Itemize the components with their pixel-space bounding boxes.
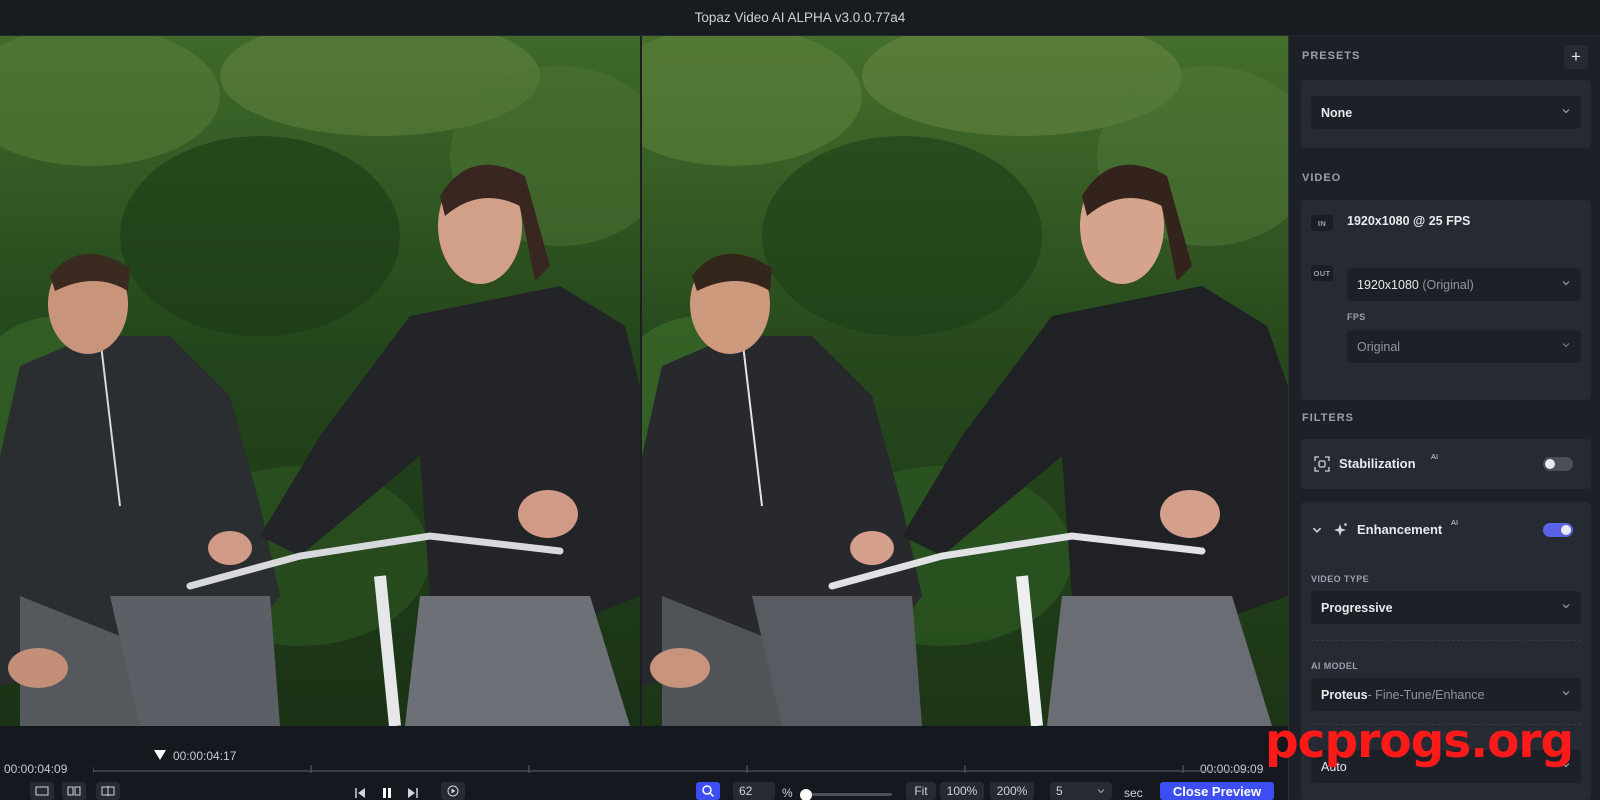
enhancement-label: Enhancement: [1357, 522, 1443, 537]
chevron-down-icon: [1562, 109, 1570, 114]
watermark-text: pcprogs.org: [1265, 714, 1574, 769]
filters-section-title: FILTERS: [1302, 412, 1355, 424]
app-window: Topaz Video AI ALPHA v3.0.0.77a4 PRESETS…: [0, 0, 1600, 800]
loop-button[interactable]: [441, 782, 465, 800]
split-view-icon: [101, 786, 115, 796]
input-spec: 1920x1080 @ 25 FPS: [1347, 214, 1471, 228]
enhancement-ai-badge: AI: [1451, 518, 1459, 527]
ai-model-name: Proteus: [1321, 687, 1368, 702]
preview-area[interactable]: [0, 36, 1288, 726]
title-bar: Topaz Video AI ALPHA v3.0.0.77a4: [0, 0, 1600, 36]
enhancement-toggle[interactable]: [1543, 523, 1573, 537]
preset-select[interactable]: None: [1311, 96, 1581, 129]
chevron-down-icon: [1097, 789, 1105, 794]
chevron-down-icon[interactable]: [1311, 524, 1323, 536]
settings-panel: PRESETS + None VIDEO IN 1920x1080 @ 25 F…: [1288, 36, 1600, 800]
ai-model-select[interactable]: Proteus - Fine-Tune/Enhance: [1311, 678, 1581, 711]
playhead-marker[interactable]: [153, 749, 167, 761]
chevron-down-icon: [1562, 604, 1570, 609]
video-card: IN 1920x1080 @ 25 FPS OUT 1920x1080 (Ori…: [1301, 200, 1591, 400]
fps-label: FPS: [1347, 312, 1366, 322]
output-resolution-value: 1920x1080: [1357, 277, 1419, 292]
output-resolution-select[interactable]: 1920x1080 (Original): [1347, 268, 1581, 301]
chevron-down-icon: [1562, 691, 1570, 696]
zoom-icon: [702, 785, 715, 798]
enhanced-preview-pane[interactable]: [642, 36, 1288, 726]
zoom-200-button[interactable]: 200%: [990, 782, 1034, 800]
video-type-select[interactable]: Progressive: [1311, 591, 1581, 624]
start-timecode: 00:00:04:09: [4, 762, 68, 776]
zoom-slider-handle[interactable]: [800, 789, 812, 800]
zoom-unit: %: [782, 786, 793, 800]
presets-card: None: [1301, 80, 1591, 148]
stabilization-icon: [1314, 456, 1330, 472]
add-preset-button[interactable]: +: [1564, 45, 1588, 69]
zoom-input[interactable]: 62: [733, 782, 775, 800]
stabilization-ai-badge: AI: [1431, 452, 1439, 461]
chevron-down-icon: [1562, 281, 1570, 286]
output-tag: OUT: [1311, 265, 1333, 281]
preset-selected-value: None: [1321, 105, 1353, 120]
fit-button[interactable]: Fit: [906, 782, 936, 800]
single-view-button[interactable]: [30, 782, 54, 800]
video-type-value: Progressive: [1321, 600, 1393, 615]
stabilization-label: Stabilization: [1339, 456, 1416, 471]
stabilization-filter-card[interactable]: Stabilization AI: [1301, 439, 1591, 489]
split-view-button[interactable]: [96, 782, 120, 800]
video-type-label: VIDEO TYPE: [1311, 574, 1370, 584]
ai-model-label: AI MODEL: [1311, 661, 1359, 671]
fps-value: Original: [1357, 339, 1401, 354]
next-frame-icon[interactable]: [406, 786, 420, 800]
output-resolution-note: (Original): [1422, 277, 1474, 292]
stabilization-toggle[interactable]: [1543, 457, 1573, 471]
playhead-timecode: 00:00:04:17: [173, 749, 237, 763]
zoom-slider[interactable]: [800, 789, 892, 800]
duration-unit: sec: [1124, 786, 1143, 800]
loop-icon: [447, 785, 459, 797]
window-title: Topaz Video AI ALPHA v3.0.0.77a4: [694, 10, 906, 25]
input-tag: IN: [1311, 215, 1333, 231]
presets-section-title: PRESETS: [1302, 50, 1361, 62]
timeline-scrubber[interactable]: [93, 765, 1253, 775]
video-frame-original: [0, 36, 640, 726]
preview-duration-value: 5: [1056, 784, 1063, 798]
side-by-side-button[interactable]: [62, 782, 86, 800]
video-section-title: VIDEO: [1302, 172, 1342, 184]
preview-duration-select[interactable]: 5: [1050, 782, 1112, 800]
close-preview-button[interactable]: Close Preview: [1160, 782, 1274, 800]
pause-icon[interactable]: [380, 786, 394, 800]
side-by-side-icon: [67, 786, 81, 796]
chevron-down-icon: [1562, 343, 1570, 348]
fps-select[interactable]: Original: [1347, 330, 1581, 363]
zoom-100-button[interactable]: 100%: [940, 782, 984, 800]
previous-frame-icon[interactable]: [353, 786, 367, 800]
ai-model-mode: - Fine-Tune/Enhance: [1367, 687, 1485, 702]
sparkle-icon: [1334, 523, 1347, 536]
original-preview-pane[interactable]: [0, 36, 640, 726]
divider: [1311, 640, 1581, 641]
video-frame-enhanced: [642, 36, 1288, 726]
single-view-icon: [35, 786, 49, 796]
zoom-button[interactable]: [696, 782, 720, 800]
